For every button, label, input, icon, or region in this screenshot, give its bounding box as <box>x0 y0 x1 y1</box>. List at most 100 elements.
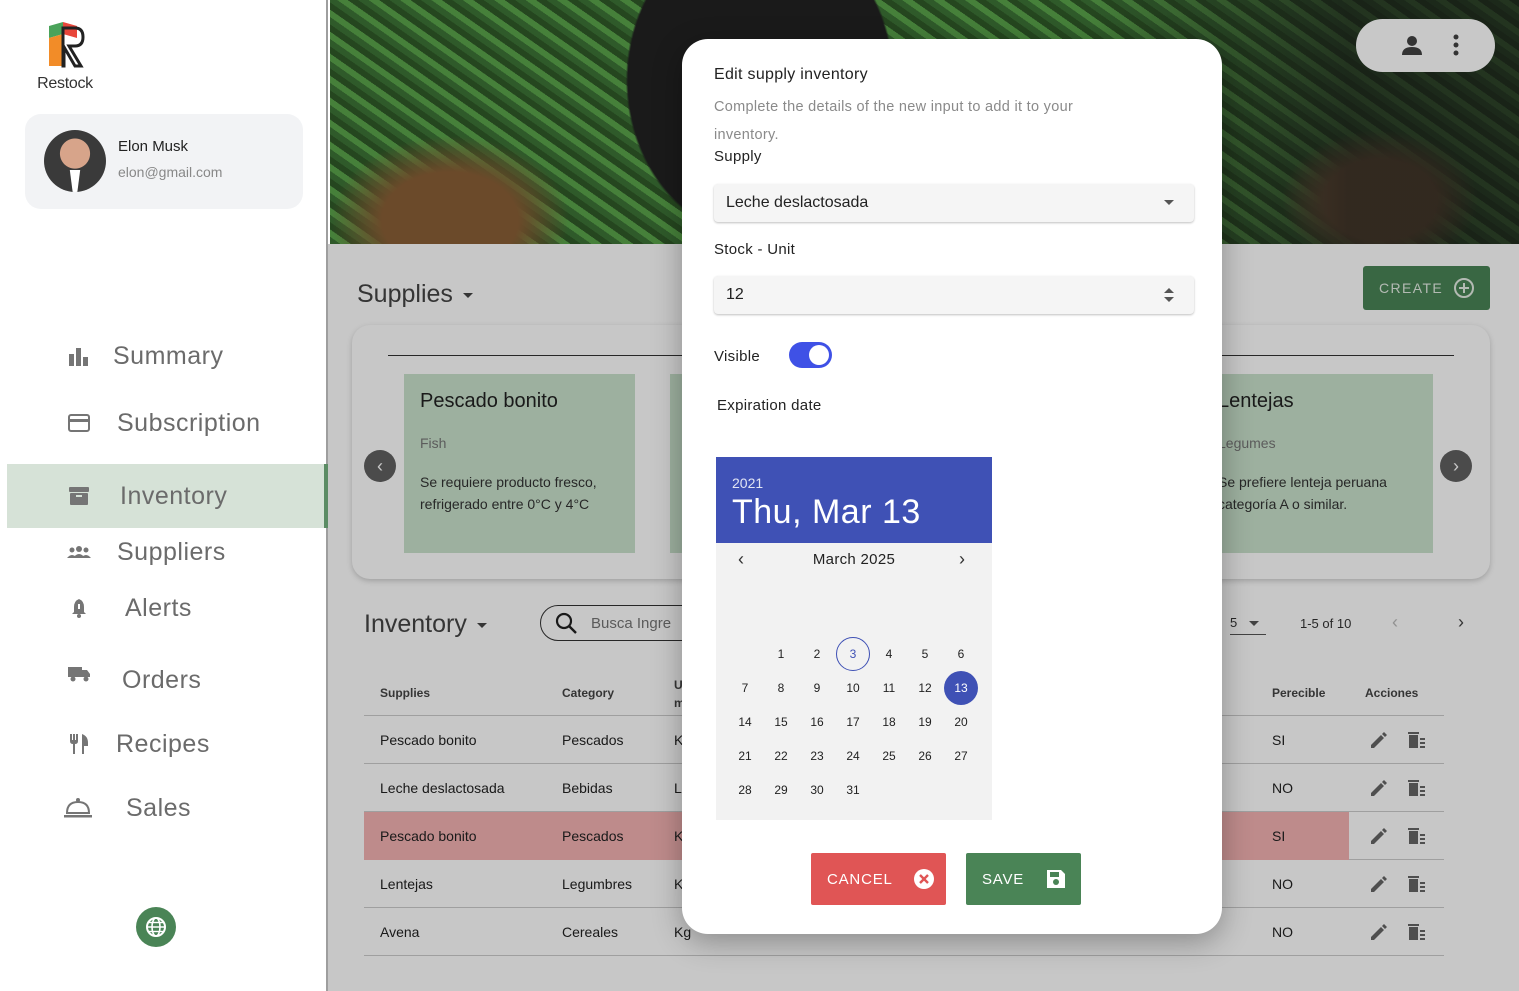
edit-icon[interactable] <box>1369 922 1389 942</box>
calendar-day[interactable]: 10 <box>836 671 870 705</box>
edit-icon[interactable] <box>1369 874 1389 894</box>
visible-toggle[interactable] <box>789 342 832 368</box>
calendar-day[interactable]: 13 <box>944 671 978 705</box>
column-header-perecible[interactable]: Perecible <box>1272 686 1325 700</box>
calendar-day[interactable]: 23 <box>800 739 834 773</box>
carousel-prev-button[interactable]: ‹ <box>364 450 396 482</box>
calendar-day[interactable]: 20 <box>944 705 978 739</box>
calendar-day[interactable]: 1 <box>764 637 798 671</box>
delete-icon[interactable] <box>1406 826 1426 846</box>
column-header-supplies[interactable]: Supplies <box>380 686 430 700</box>
calendar-day[interactable]: 29 <box>764 773 798 807</box>
calendar-day[interactable]: 8 <box>764 671 798 705</box>
calendar-day[interactable]: 19 <box>908 705 942 739</box>
calendar-day[interactable]: 25 <box>872 739 906 773</box>
dropdown-arrow-icon <box>1164 200 1174 205</box>
globe-icon <box>146 917 166 937</box>
calendar-day[interactable]: 4 <box>872 637 906 671</box>
delete-icon[interactable] <box>1406 778 1426 798</box>
calendar-day[interactable]: 5 <box>908 637 942 671</box>
visible-label: Visible <box>714 348 761 365</box>
date-picker-selected-date: Thu, Mar 13 <box>732 493 921 531</box>
user-email: elon@gmail.com <box>118 164 223 180</box>
calendar-day[interactable]: 27 <box>944 739 978 773</box>
dialog-subtitle: Complete the details of the new input to… <box>714 99 1074 143</box>
sidebar-item-inventory[interactable]: Inventory <box>7 464 328 528</box>
calendar-day[interactable]: 12 <box>908 671 942 705</box>
calendar-day[interactable]: 28 <box>728 773 762 807</box>
sidebar-item-suppliers[interactable]: Suppliers <box>0 524 328 580</box>
chevron-right-icon[interactable]: › <box>959 549 965 570</box>
supply-select[interactable]: Leche deslactosada <box>714 184 1194 222</box>
language-globe-button[interactable] <box>136 907 176 947</box>
add-circle-icon <box>1454 278 1475 298</box>
people-icon <box>67 540 91 564</box>
sidebar-item-sales[interactable]: Sales <box>0 780 328 836</box>
delete-icon[interactable] <box>1406 730 1426 750</box>
previous-page-button[interactable]: ‹ <box>1392 612 1398 633</box>
stock-number-input[interactable]: 12 <box>714 276 1194 314</box>
app-logo[interactable]: Restock <box>30 20 100 93</box>
supplies-section-title[interactable]: Supplies <box>357 280 473 309</box>
calendar-day[interactable]: 18 <box>872 705 906 739</box>
calendar-day[interactable]: 15 <box>764 705 798 739</box>
room-service-icon <box>63 796 93 820</box>
create-button[interactable]: CREATE <box>1363 266 1490 310</box>
bar-chart-icon <box>67 344 91 368</box>
edit-icon[interactable] <box>1369 778 1389 798</box>
cancel-button[interactable]: CANCEL <box>811 853 946 905</box>
calendar-day[interactable]: 14 <box>728 705 762 739</box>
sidebar-item-subscription[interactable]: Subscription <box>0 395 328 451</box>
calendar-day[interactable]: 2 <box>800 637 834 671</box>
next-page-button[interactable]: › <box>1458 612 1464 633</box>
save-icon <box>1047 870 1066 888</box>
sidebar-item-label: Summary <box>113 341 224 370</box>
supply-card[interactable]: Lentejas Legumes Se prefiere lenteja per… <box>1202 374 1433 553</box>
delete-icon[interactable] <box>1406 874 1426 894</box>
chevron-down-icon <box>476 622 487 628</box>
calendar-day[interactable]: 22 <box>764 739 798 773</box>
calendar-day[interactable]: 6 <box>944 637 978 671</box>
sidebar-item-orders[interactable]: Orders <box>0 652 328 708</box>
chevron-down-icon <box>462 292 473 298</box>
sidebar-item-label: Recipes <box>116 729 210 758</box>
supply-card[interactable]: Pescado bonito Fish Se requiere producto… <box>404 374 635 553</box>
inventory-section-title[interactable]: Inventory <box>364 610 487 639</box>
credit-card-icon <box>67 411 91 435</box>
calendar-day[interactable]: 7 <box>728 671 762 705</box>
spinner-arrows-icon[interactable] <box>1164 288 1174 302</box>
rows-per-page-select[interactable]: 5 <box>1230 611 1266 635</box>
edit-icon[interactable] <box>1369 826 1389 846</box>
save-button[interactable]: SAVE <box>966 853 1081 905</box>
person-icon[interactable] <box>1401 34 1423 56</box>
restock-logo-icon <box>49 22 85 68</box>
calendar-day[interactable]: 16 <box>800 705 834 739</box>
stock-unit-label: Stock - Unit <box>714 241 796 258</box>
sidebar-item-summary[interactable]: Summary <box>0 328 328 384</box>
app-name: Restock <box>37 75 93 92</box>
user-profile-card[interactable]: Elon Musk elon@gmail.com <box>25 114 303 209</box>
calendar-day[interactable]: 30 <box>800 773 834 807</box>
calendar-day[interactable]: 17 <box>836 705 870 739</box>
sidebar-item-alerts[interactable]: Alerts <box>0 580 328 636</box>
date-picker-year[interactable]: 2021 <box>732 475 976 491</box>
calendar-day[interactable]: 11 <box>872 671 906 705</box>
edit-icon[interactable] <box>1369 730 1389 750</box>
utensils-icon <box>67 732 91 756</box>
sidebar-item-label: Orders <box>122 665 202 694</box>
calendar-day[interactable]: 31 <box>836 773 870 807</box>
sidebar-item-recipes[interactable]: Recipes <box>0 716 328 772</box>
column-header-category[interactable]: Category <box>562 686 614 700</box>
carousel-next-button[interactable]: › <box>1440 450 1472 482</box>
truck-icon <box>67 662 91 686</box>
more-vert-icon[interactable] <box>1453 34 1459 56</box>
user-name: Elon Musk <box>118 138 189 155</box>
calendar-day[interactable]: 21 <box>728 739 762 773</box>
calendar-day[interactable]: 3 <box>836 637 870 671</box>
delete-icon[interactable] <box>1406 922 1426 942</box>
calendar-day[interactable]: 9 <box>800 671 834 705</box>
calendar-day[interactable]: 24 <box>836 739 870 773</box>
edit-supply-dialog: Edit supply inventory Complete the detai… <box>682 39 1222 934</box>
sidebar-item-label: Inventory <box>120 481 228 510</box>
calendar-day[interactable]: 26 <box>908 739 942 773</box>
